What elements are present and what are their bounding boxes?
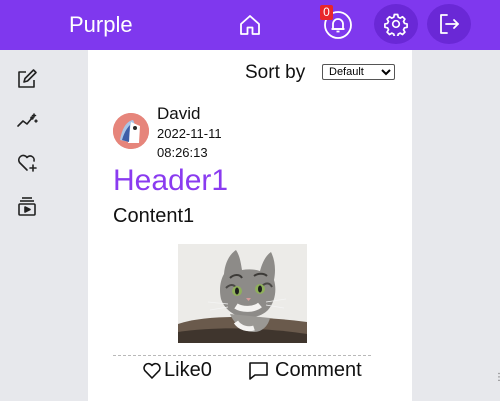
sidebar-item-create-post[interactable] — [14, 66, 40, 92]
heart-icon — [143, 362, 161, 379]
like-button[interactable]: Like 0 — [142, 359, 212, 382]
cat-photo — [178, 244, 307, 343]
playlist-icon — [18, 197, 36, 216]
home-button[interactable] — [232, 8, 268, 42]
comment-label: Comment — [275, 359, 362, 381]
post-date: 2022-11-11 — [157, 126, 222, 141]
brand-title[interactable]: Purple — [69, 12, 133, 38]
avatar[interactable] — [113, 113, 149, 149]
resize-handle-icon[interactable]: ⋮ — [494, 372, 500, 383]
sort-label: Sort by — [245, 62, 306, 83]
settings-button[interactable] — [374, 4, 418, 44]
logout-button[interactable] — [427, 4, 471, 44]
top-navbar: Purple 0 — [0, 0, 500, 50]
sort-select[interactable]: Default — [322, 64, 395, 80]
gear-icon — [384, 13, 408, 36]
sidebar-item-media[interactable] — [14, 193, 40, 219]
post-content: Content1 — [113, 205, 195, 227]
notification-badge: 0 — [320, 5, 333, 20]
like-count: 0 — [200, 359, 212, 381]
divider — [113, 355, 371, 356]
post-title[interactable]: Header1 — [113, 164, 228, 198]
post-image[interactable] — [178, 244, 307, 343]
logout-icon — [440, 14, 459, 34]
post-time: 08:26:13 — [157, 145, 208, 160]
home-icon — [240, 15, 260, 35]
comment-icon — [249, 361, 268, 380]
like-label: Like — [164, 359, 201, 381]
sidebar-item-trending[interactable] — [14, 108, 40, 134]
sparkline-icon — [17, 113, 38, 127]
edit-icon — [18, 69, 37, 88]
avatar-image — [113, 113, 149, 149]
post-author[interactable]: David — [157, 104, 200, 124]
sidebar-item-favorites[interactable] — [14, 150, 40, 176]
sidebar — [0, 50, 60, 401]
heart-plus-icon — [17, 154, 37, 172]
comment-button[interactable]: Comment — [248, 359, 362, 382]
